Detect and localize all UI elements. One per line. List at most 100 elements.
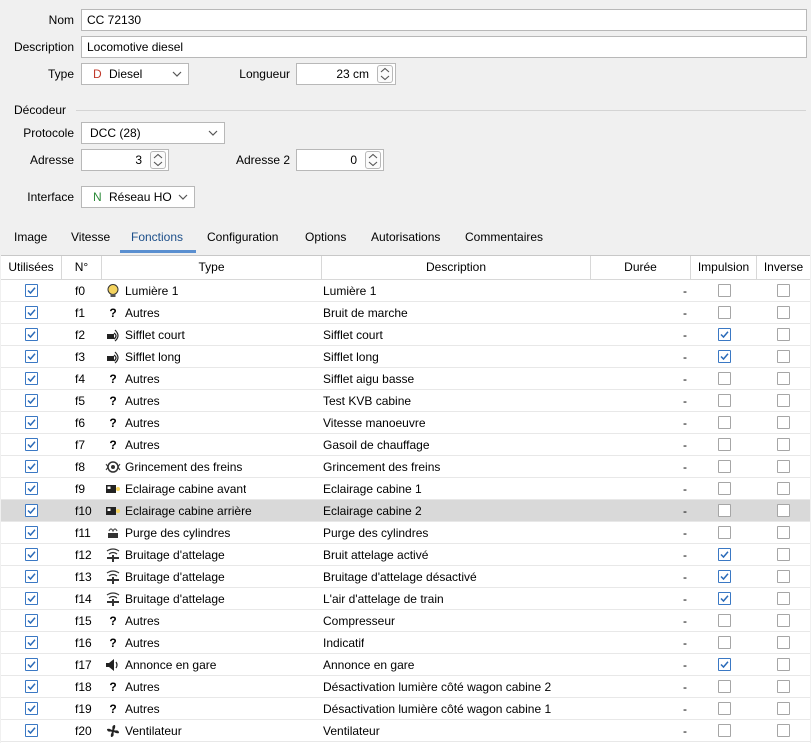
inverse-checkbox[interactable] [777,460,790,473]
impulsion-checkbox[interactable] [718,636,731,649]
inverse-checkbox[interactable] [777,284,790,297]
impulsion-checkbox[interactable] [718,614,731,627]
table-row[interactable]: f18? Autres Désactivation lumière côté wag… [1,676,810,698]
used-checkbox[interactable] [25,614,38,627]
inverse-checkbox[interactable] [777,570,790,583]
impulsion-checkbox[interactable] [718,548,731,561]
impulsion-checkbox[interactable] [718,438,731,451]
used-checkbox[interactable] [25,636,38,649]
inverse-checkbox[interactable] [777,438,790,451]
used-checkbox[interactable] [25,372,38,385]
table-row[interactable]: f3 Sifflet long Sifflet long - [1,346,810,368]
used-checkbox[interactable] [25,504,38,517]
inverse-checkbox[interactable] [777,372,790,385]
used-checkbox[interactable] [25,680,38,693]
used-checkbox[interactable] [25,570,38,583]
used-checkbox[interactable] [25,438,38,451]
table-row[interactable]: f12 Bruitage d'attelage Bruit attelage act… [1,544,810,566]
inverse-checkbox[interactable] [777,592,790,605]
impulsion-checkbox[interactable] [718,504,731,517]
impulsion-checkbox[interactable] [718,284,731,297]
protocole-select[interactable]: DCC (28) [81,122,225,144]
impulsion-checkbox[interactable] [718,416,731,429]
spinner-buttons[interactable] [377,65,393,83]
inverse-checkbox[interactable] [777,658,790,671]
header-impulsion[interactable]: Impulsion [691,256,757,279]
used-checkbox[interactable] [25,724,38,737]
impulsion-checkbox[interactable] [718,526,731,539]
table-row[interactable]: f16? Autres Indicatif - [1,632,810,654]
spinner-buttons[interactable] [365,151,381,169]
spinner-buttons[interactable] [150,151,166,169]
adresse-spinner[interactable]: 3 [81,149,169,171]
inverse-checkbox[interactable] [777,636,790,649]
table-row[interactable]: f5? Autres Test KVB cabine - [1,390,810,412]
inverse-checkbox[interactable] [777,350,790,363]
longueur-spinner[interactable]: 23 cm [296,63,396,85]
impulsion-checkbox[interactable] [718,328,731,341]
interface-select[interactable]: N Réseau HO [81,186,195,208]
impulsion-checkbox[interactable] [718,592,731,605]
tab-image[interactable]: Image [14,229,47,245]
tab-vitesse[interactable]: Vitesse [71,229,110,245]
impulsion-checkbox[interactable] [718,702,731,715]
impulsion-checkbox[interactable] [718,394,731,407]
inverse-checkbox[interactable] [777,394,790,407]
impulsion-checkbox[interactable] [718,306,731,319]
inverse-checkbox[interactable] [777,548,790,561]
inverse-checkbox[interactable] [777,482,790,495]
used-checkbox[interactable] [25,328,38,341]
table-row[interactable]: f15? Autres Compresseur - [1,610,810,632]
header-type[interactable]: Type [102,256,322,279]
inverse-checkbox[interactable] [777,680,790,693]
inverse-checkbox[interactable] [777,328,790,341]
used-checkbox[interactable] [25,306,38,319]
description-field[interactable]: Locomotive diesel [81,36,807,58]
used-checkbox[interactable] [25,658,38,671]
table-row[interactable]: f1? Autres Bruit de marche - [1,302,810,324]
used-checkbox[interactable] [25,592,38,605]
impulsion-checkbox[interactable] [718,482,731,495]
table-row[interactable]: f8 Grincement des freins Grincement des fr… [1,456,810,478]
impulsion-checkbox[interactable] [718,570,731,583]
inverse-checkbox[interactable] [777,526,790,539]
tab-autorisations[interactable]: Autorisations [371,229,440,245]
used-checkbox[interactable] [25,526,38,539]
tab-commentaires[interactable]: Commentaires [465,229,543,245]
table-row[interactable]: f11 Purge des cylindres Purge des cylindre… [1,522,810,544]
header-description[interactable]: Description [322,256,591,279]
inverse-checkbox[interactable] [777,614,790,627]
tab-configuration[interactable]: Configuration [207,229,278,245]
table-row[interactable]: f4? Autres Sifflet aigu basse - [1,368,810,390]
impulsion-checkbox[interactable] [718,460,731,473]
impulsion-checkbox[interactable] [718,372,731,385]
used-checkbox[interactable] [25,702,38,715]
table-row[interactable]: f13 Bruitage d'attelage Bruitage d'attelag… [1,566,810,588]
type-select[interactable]: D Diesel [81,63,189,85]
table-row[interactable]: f20 Ventilateur Ventilateur - [1,720,810,742]
table-row[interactable]: f6? Autres Vitesse manoeuvre - [1,412,810,434]
inverse-checkbox[interactable] [777,416,790,429]
used-checkbox[interactable] [25,284,38,297]
impulsion-checkbox[interactable] [718,724,731,737]
used-checkbox[interactable] [25,350,38,363]
header-utilisees[interactable]: Utilisées [1,256,62,279]
inverse-checkbox[interactable] [777,702,790,715]
table-row[interactable]: f17 Annonce en gare Annonce en gare - [1,654,810,676]
header-numero[interactable]: N° [62,256,102,279]
impulsion-checkbox[interactable] [718,350,731,363]
used-checkbox[interactable] [25,548,38,561]
table-row[interactable]: f2 Sifflet court Sifflet court - [1,324,810,346]
inverse-checkbox[interactable] [777,306,790,319]
table-row[interactable]: f7? Autres Gasoil de chauffage - [1,434,810,456]
used-checkbox[interactable] [25,416,38,429]
used-checkbox[interactable] [25,460,38,473]
adresse2-spinner[interactable]: 0 [296,149,384,171]
table-row[interactable]: f10 Eclairage cabine arrière Eclairage cab… [1,500,810,522]
inverse-checkbox[interactable] [777,724,790,737]
impulsion-checkbox[interactable] [718,680,731,693]
tab-fonctions[interactable]: Fonctions [131,229,183,245]
used-checkbox[interactable] [25,394,38,407]
table-row[interactable]: f0 Lumière 1 Lumière 1 - [1,280,810,302]
header-inverse[interactable]: Inverse [757,256,810,279]
